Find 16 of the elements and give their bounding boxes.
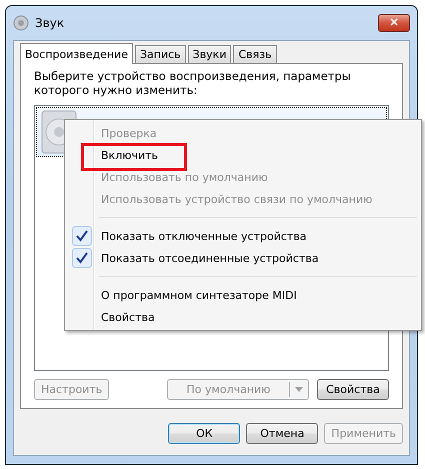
menu-item[interactable]: О программном синтезаторе MIDI	[97, 288, 301, 302]
window-title: Звук	[35, 16, 64, 30]
tab[interactable]: Воспроизведение	[20, 43, 133, 64]
tab[interactable]: Запись	[134, 45, 186, 63]
dialog-button[interactable]: ОК	[168, 423, 240, 444]
tab[interactable]: Звуки	[188, 45, 232, 63]
dialog-button[interactable]: Отмена	[246, 423, 318, 444]
properties-button[interactable]: Свойства	[317, 379, 389, 400]
tab[interactable]: Связь	[233, 45, 277, 63]
dropdown-arrow-icon	[295, 387, 303, 392]
menu-item[interactable]: Показать отсоединенные устройства	[97, 252, 323, 264]
close-button[interactable]: ✕	[378, 14, 410, 32]
menu-item[interactable]: Свойства	[97, 310, 159, 324]
menu-item[interactable]: Включить	[97, 148, 162, 162]
instruction-text: Выберите устройство воспроизведения, параметры которого нужно изменить:	[34, 69, 352, 97]
menu-item[interactable]: Показать отключенные устройства	[97, 230, 311, 242]
